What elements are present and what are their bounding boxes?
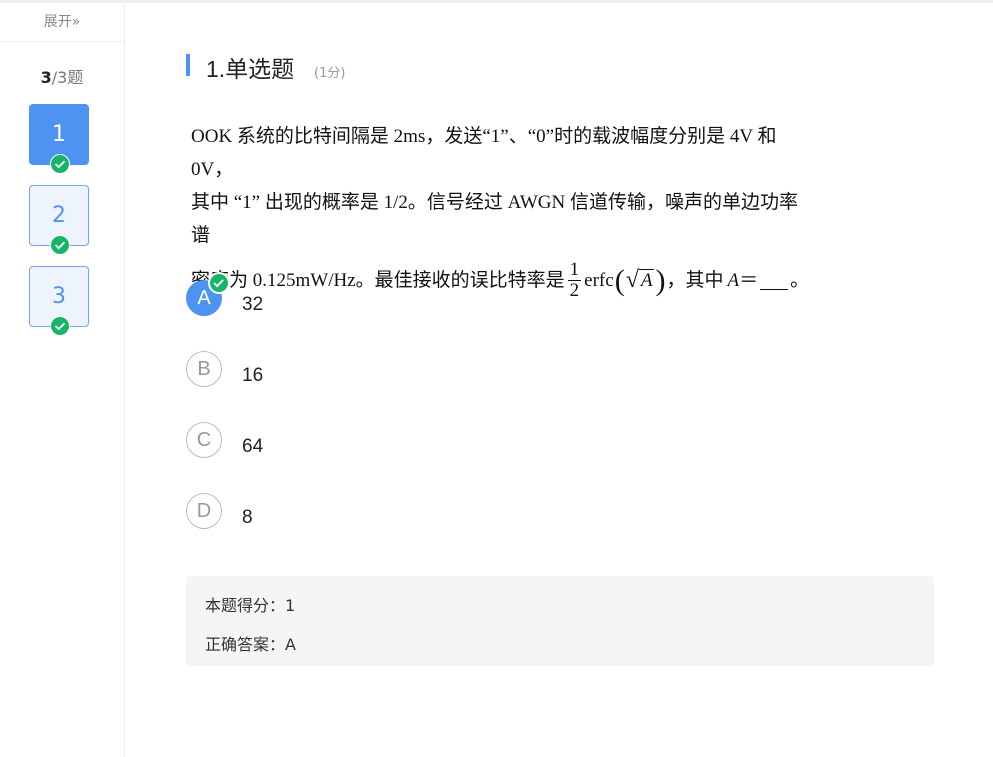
option-letter: B xyxy=(186,351,222,387)
score-value: 1 xyxy=(285,596,296,615)
fraction-numerator: 1 xyxy=(567,259,582,281)
question-nav-1[interactable]: 1 xyxy=(29,104,89,174)
option-text: 32 xyxy=(242,294,264,315)
option-text: 16 xyxy=(242,365,264,386)
title-accent-bar xyxy=(186,54,190,76)
option-text: 64 xyxy=(242,436,264,457)
check-circle-icon xyxy=(50,154,70,174)
double-chevron-right-icon: » xyxy=(71,14,81,30)
check-circle-icon xyxy=(50,316,70,336)
score-label: 本题得分： xyxy=(205,596,286,615)
option-text: 8 xyxy=(242,507,253,528)
option-letter: D xyxy=(186,493,222,529)
top-border xyxy=(0,0,993,3)
option-d[interactable]: D 8 xyxy=(186,493,586,533)
answer-label: 正确答案： xyxy=(205,635,286,654)
check-circle-icon xyxy=(208,272,230,294)
answer-row: 正确答案：A xyxy=(205,631,296,655)
option-b[interactable]: B 16 xyxy=(186,351,586,391)
square-root: √ A xyxy=(626,264,655,297)
question-nav-label: 1 xyxy=(52,122,66,147)
question-sidebar: 展开» 3/3题 1 2 3 xyxy=(0,3,125,757)
result-panel: 本题得分：1 正确答案：A xyxy=(186,576,934,666)
question-counter: 3/3题 xyxy=(0,64,124,88)
check-circle-icon xyxy=(50,235,70,255)
question-nav-3[interactable]: 3 xyxy=(29,266,89,336)
question-score: (1分) xyxy=(314,66,346,81)
stem-line-1: OOK 系统的比特间隔是 2ms，发送“1”、“0”时的载波幅度分别是 4V 和… xyxy=(191,126,777,180)
variable-name: A xyxy=(727,270,740,291)
score-row: 本题得分：1 xyxy=(205,592,295,616)
expand-label: 展开 xyxy=(43,14,72,30)
question-nav-2[interactable]: 2 xyxy=(29,185,89,255)
equals-sign: ＝ xyxy=(739,270,759,291)
option-c[interactable]: C 64 xyxy=(186,422,586,462)
sqrt-argument: A xyxy=(638,269,655,291)
question-nav-label: 3 xyxy=(52,284,66,309)
answer-blank xyxy=(760,271,789,290)
expand-button[interactable]: 展开» xyxy=(0,3,124,42)
counter-current: 3 xyxy=(40,68,52,87)
question-nav-label: 2 xyxy=(52,203,66,228)
question-stem: OOK 系统的比特间隔是 2ms，发送“1”、“0”时的载波幅度分别是 4V 和… xyxy=(191,120,811,301)
option-letter: C xyxy=(186,422,222,458)
function-name: erfc xyxy=(584,270,614,291)
answer-value: A xyxy=(285,635,296,654)
stem-line-3-suffix: ，其中 xyxy=(666,270,724,291)
option-a[interactable]: A 32 xyxy=(186,272,586,320)
question-title: 1.单选题 xyxy=(206,56,295,82)
radical-sign-icon: √ xyxy=(625,267,639,293)
counter-total: /3题 xyxy=(51,68,84,87)
stem-line-2: 其中 “1” 出现的概率是 1/2。信号经过 AWGN 信道传输，噪声的单边功率… xyxy=(191,192,798,246)
left-paren: ( xyxy=(614,263,625,297)
stem-end: 。 xyxy=(790,270,810,291)
right-paren: ) xyxy=(655,263,666,297)
